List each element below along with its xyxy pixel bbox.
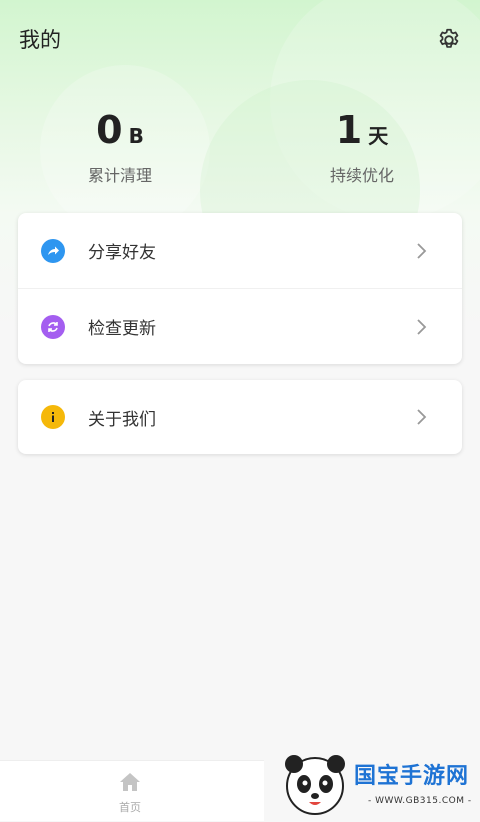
watermark-url: - WWW.GB315.COM -	[368, 796, 472, 806]
nav-home-label: 首页	[119, 801, 141, 814]
menu-item-check-update[interactable]: 检查更新	[18, 288, 462, 364]
chevron-right-icon	[417, 319, 427, 335]
home-icon	[120, 773, 140, 791]
menu-item-label: 分享好友	[88, 243, 156, 263]
refresh-icon	[41, 314, 65, 339]
settings-gear-icon[interactable]	[436, 27, 462, 53]
cleaned-value: 0	[96, 108, 123, 152]
cleaned-label: 累计清理	[87, 166, 152, 185]
stat-optimized: 1天 持续优化	[262, 108, 462, 186]
nav-home[interactable]: 首页	[110, 771, 150, 817]
optimized-unit: 天	[368, 124, 389, 148]
menu-card-1: 分享好友 检查更新	[18, 213, 462, 364]
stat-cleaned: 0B 累计清理	[20, 108, 220, 186]
optimized-label: 持续优化	[329, 166, 394, 185]
page-title: 我的	[19, 28, 61, 52]
info-icon	[41, 405, 65, 429]
menu-item-about[interactable]: 关于我们	[18, 380, 462, 454]
chevron-right-icon	[417, 409, 427, 425]
watermark: 国宝手游网 - WWW.GB315.COM -	[280, 748, 480, 820]
menu-item-label: 检查更新	[88, 319, 156, 339]
share-icon	[41, 238, 65, 263]
bottom-nav: 首页	[0, 760, 264, 821]
watermark-brand: 国宝手游网	[354, 764, 470, 789]
cleaned-unit: B	[128, 124, 144, 148]
menu-item-label: 关于我们	[88, 409, 156, 430]
menu-card-2: 关于我们	[18, 380, 462, 454]
optimized-value: 1	[335, 108, 363, 152]
chevron-right-icon	[417, 243, 427, 259]
menu-item-share[interactable]: 分享好友	[18, 213, 462, 288]
panda-logo-icon	[285, 755, 345, 815]
